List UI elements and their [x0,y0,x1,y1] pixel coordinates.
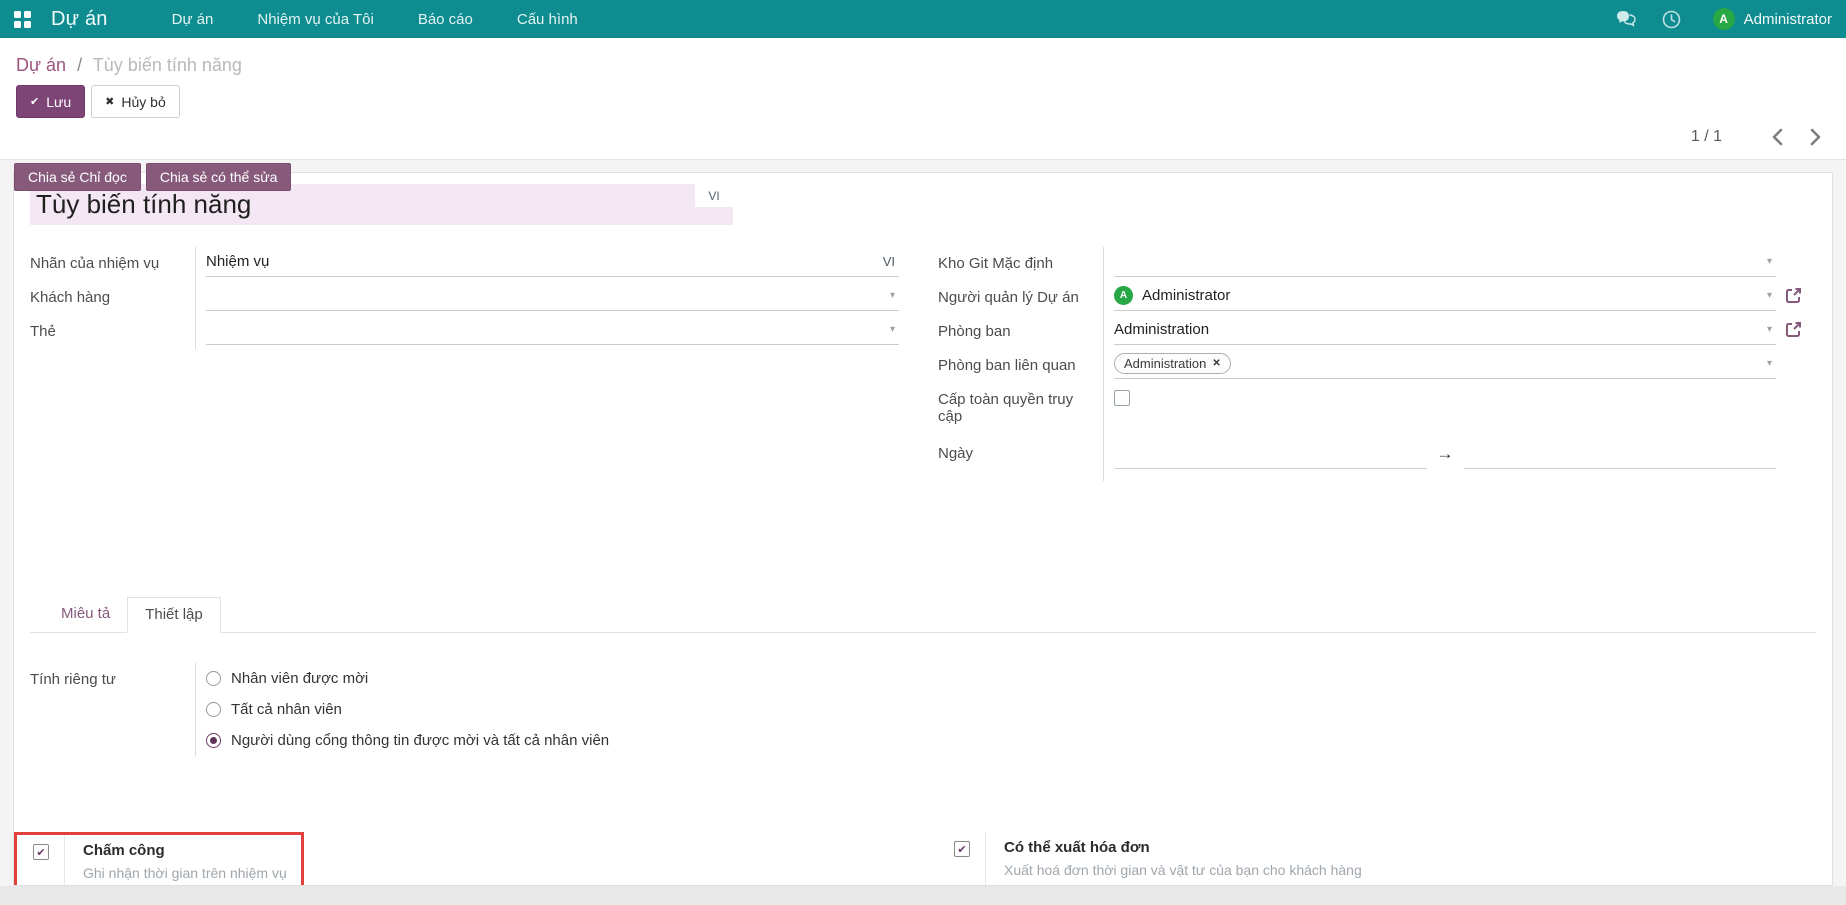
discard-button[interactable]: ✖ Hủy bỏ [91,85,180,118]
apps-grid-icon[interactable] [14,11,31,28]
arrow-right-icon: → [1437,444,1454,464]
menu-item-nhiem-vu[interactable]: Nhiệm vụ của Tôi [235,0,395,38]
field-label-customer: Khách hàng [30,281,195,315]
setting-timesheets: ✔ Chấm công Ghi nhận thời gian trên nhiệ… [14,832,304,886]
notebook-tabs: Miêu tả Thiết lập [30,597,1816,633]
department-dropdown[interactable]: Administration ▾ [1114,315,1776,345]
customer-dropdown[interactable]: ▾ [206,281,899,311]
pager-next-icon[interactable] [1804,126,1826,148]
task-label-input[interactable]: Nhiệm vụ VI [206,247,899,277]
page-title: Tùy biến tính năng [30,189,251,220]
tag-pill[interactable]: Administration ✕ [1114,353,1231,374]
radio-selected-icon[interactable] [206,733,221,748]
field-language-badge[interactable]: VI [883,254,899,269]
setting-billable: ✔ Có thể xuất hóa đơn Xuất hoá đơn thời … [938,832,1816,886]
messages-icon[interactable] [1615,8,1637,30]
main-menu: Dự án Nhiệm vụ của Tôi Báo cáo Cấu hình [150,0,600,38]
user-name: Administrator [1744,11,1832,28]
chevron-down-icon[interactable]: ▾ [1767,290,1776,301]
right-field-group: Kho Git Mặc định ▾ Người quản lý Dự án A… [923,247,1816,481]
git-repo-dropdown[interactable]: ▾ [1114,247,1776,277]
breadcrumb-current: Tùy biến tính năng [93,55,242,75]
field-label-project-manager: Người quản lý Dự án [938,281,1103,315]
chevron-down-icon[interactable]: ▾ [1767,324,1776,335]
date-start-input[interactable] [1114,439,1427,469]
pager-value: 1 / 1 [1691,128,1722,146]
left-field-group: Nhãn của nhiệm vụ Nhiệm vụ VI Khách hàng… [30,247,923,481]
tab-settings[interactable]: Thiết lập [127,597,221,633]
share-readonly-button[interactable]: Chia sẻ Chỉ đọc [14,163,141,191]
menu-item-bao-cao[interactable]: Báo cáo [396,0,495,38]
save-button[interactable]: ✔ Lưu [16,85,85,118]
field-label-date: Ngày [938,437,1103,481]
tag-label: Administration [1124,356,1206,371]
breadcrumb-parent-link[interactable]: Dự án [16,55,66,75]
control-panel: Dự án / Tùy biến tính năng ✔ Lưu ✖ Hủy b… [0,38,1846,160]
activities-clock-icon[interactable] [1661,8,1683,30]
main-content: Chia sẻ Chỉ đọc Chia sẻ có thể sửa Tùy b… [0,160,1846,905]
pager-previous-icon[interactable] [1766,126,1788,148]
pager: 1 / 1 [1691,126,1826,148]
setting-description: Xuất hoá đơn thời gian và vật tư của bạn… [1004,862,1362,878]
form-sheet: Tùy biến tính năng VI Nhãn của nhiệm vụ … [13,172,1833,886]
chevron-down-icon[interactable]: ▾ [890,290,899,301]
breadcrumb: Dự án / Tùy biến tính năng [16,55,1830,76]
tags-dropdown[interactable]: ▾ [206,315,899,345]
breadcrumb-separator: / [77,55,82,75]
tab-description[interactable]: Miêu tả [44,597,127,632]
external-link-icon[interactable] [1784,320,1803,339]
chevron-down-icon[interactable]: ▾ [1767,358,1776,369]
tag-remove-icon[interactable]: ✕ [1212,358,1220,369]
billable-checkbox[interactable]: ✔ [954,841,970,857]
top-navbar: Dự án Dự án Nhiệm vụ của Tôi Báo cáo Cấu… [0,0,1846,38]
field-label-related-departments: Phòng ban liên quan [938,349,1103,383]
settings-row: ✔ Chấm công Ghi nhận thời gian trên nhiệ… [30,832,1816,886]
radio-icon[interactable] [206,702,221,717]
app-screen: Dự án Dự án Nhiệm vụ của Tôi Báo cáo Cấu… [0,0,1846,905]
privacy-option-portal-and-employees[interactable]: Người dùng cổng thông tin được mời và tấ… [206,725,770,756]
menu-item-du-an[interactable]: Dự án [150,0,236,38]
manager-avatar: A [1114,286,1133,305]
radio-icon[interactable] [206,671,221,686]
form-field-groups: Nhãn của nhiệm vụ Nhiệm vụ VI Khách hàng… [30,247,1816,481]
user-avatar: A [1713,8,1735,30]
timesheets-checkbox[interactable]: ✔ [33,844,49,860]
bottom-strip [0,886,1846,905]
related-departments-tags-input[interactable]: Administration ✕ ▾ [1114,349,1776,379]
external-link-icon[interactable] [1784,286,1803,305]
date-end-input[interactable] [1464,439,1777,469]
chevron-down-icon[interactable]: ▾ [1767,256,1776,267]
x-icon: ✖ [105,95,114,108]
share-buttons: Chia sẻ Chỉ đọc Chia sẻ có thể sửa [14,163,291,191]
field-label-full-access: Cấp toàn quyền truy cập [938,383,1103,437]
project-manager-dropdown[interactable]: A Administrator ▾ [1114,281,1776,311]
privacy-section: Tính riêng tư Nhân viên được mời Tất cả … [30,663,770,756]
share-editable-button[interactable]: Chia sẻ có thể sửa [146,163,292,191]
menu-item-cau-hinh[interactable]: Cấu hình [495,0,600,38]
field-label-tags: Thẻ [30,315,195,349]
date-range-field: → [1114,437,1776,471]
field-label-privacy: Tính riêng tư [30,663,195,756]
user-menu[interactable]: A Administrator [1713,8,1832,30]
notebook: Miêu tả Thiết lập [30,597,1816,633]
privacy-option-all-employees[interactable]: Tất cả nhân viên [206,694,770,725]
setting-title: Chấm công [83,842,287,859]
check-icon: ✔ [30,95,39,108]
field-label-git-repo: Kho Git Mặc định [938,247,1103,281]
field-label-task-label: Nhãn của nhiệm vụ [30,247,195,281]
setting-title: Có thể xuất hóa đơn [1004,839,1362,856]
control-buttons-row: ✔ Lưu ✖ Hủy bỏ [16,85,1830,118]
privacy-option-invited-employees[interactable]: Nhân viên được mời [206,663,770,694]
full-access-checkbox[interactable] [1114,390,1130,406]
chevron-down-icon[interactable]: ▾ [890,324,899,335]
field-label-department: Phòng ban [938,315,1103,349]
setting-description: Ghi nhận thời gian trên nhiệm vụ [83,865,287,881]
title-language-badge[interactable]: VI [695,184,733,207]
app-brand[interactable]: Dự án [51,8,108,31]
